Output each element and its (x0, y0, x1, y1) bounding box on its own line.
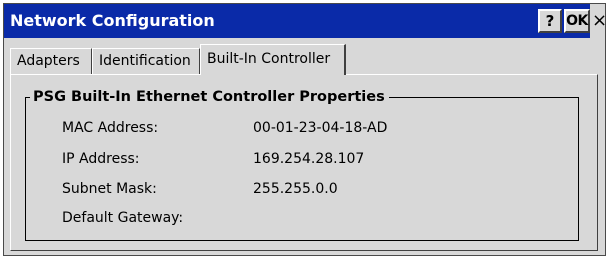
network-configuration-window: Network Configuration ? OK × Adapters Id… (3, 3, 608, 256)
tab-identification[interactable]: Identification (92, 48, 200, 74)
subnet-mask-value: 255.255.0.0 (253, 181, 338, 197)
ok-button[interactable]: OK (564, 9, 590, 33)
tab-panel: PSG Built-In Ethernet Controller Propert… (10, 74, 598, 251)
mac-address-label: MAC Address: (62, 120, 159, 136)
ip-address-value: 169.254.28.107 (253, 151, 365, 167)
tab-adapters[interactable]: Adapters (10, 48, 92, 74)
groupbox-title: PSG Built-In Ethernet Controller Propert… (30, 87, 389, 107)
close-button[interactable]: × (592, 9, 608, 33)
mac-address-value: 00-01-23-04-18-AD (253, 120, 388, 136)
title-bar: Network Configuration ? OK × (4, 4, 608, 38)
help-button[interactable]: ? (538, 9, 562, 33)
tab-built-in-controller[interactable]: Built-In Controller (200, 44, 346, 75)
ip-address-label: IP Address: (62, 151, 140, 167)
window-title: Network Configuration (10, 11, 215, 30)
question-mark-icon: ? (545, 12, 555, 30)
default-gateway-label: Default Gateway: (62, 210, 184, 226)
close-icon: × (592, 10, 608, 31)
subnet-mask-label: Subnet Mask: (62, 181, 157, 197)
